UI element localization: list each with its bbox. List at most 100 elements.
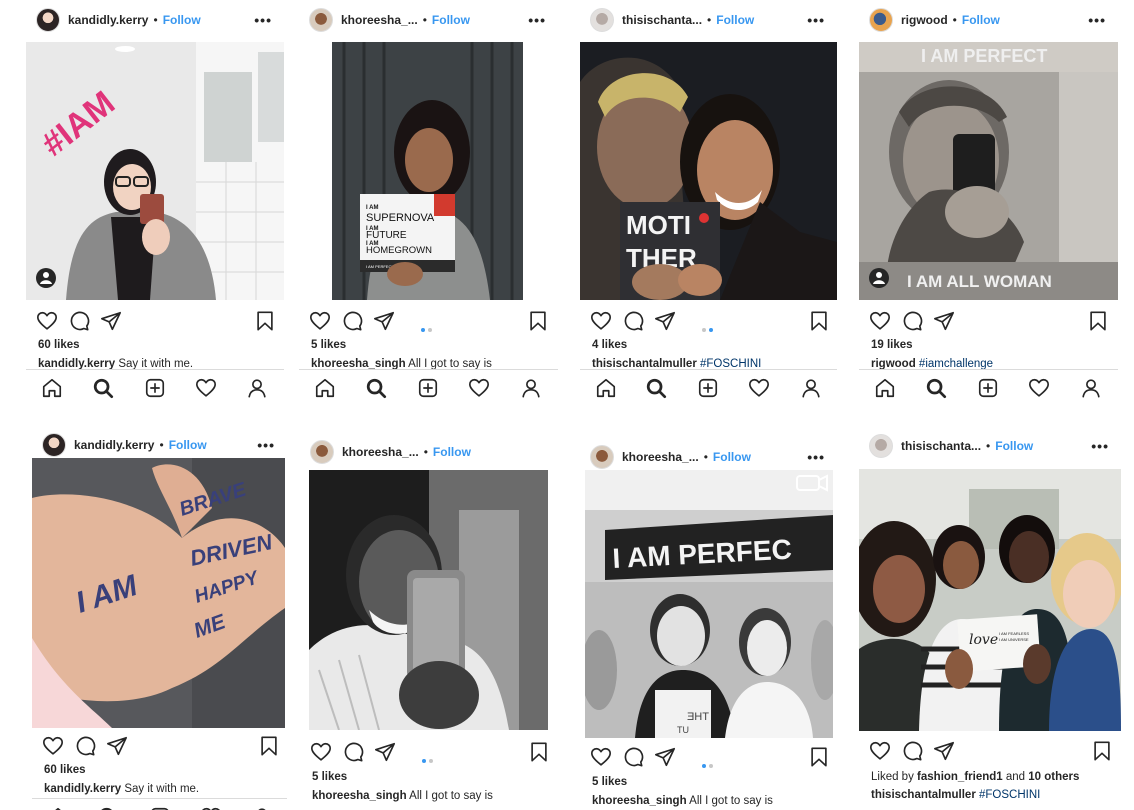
post-username[interactable]: kandidly.kerry (68, 13, 148, 27)
share-button[interactable] (654, 310, 676, 332)
tab-home[interactable] (41, 377, 63, 399)
more-options-icon[interactable]: ••• (1088, 12, 1106, 28)
comment-button[interactable] (901, 740, 923, 762)
caption-username[interactable]: thisischantalmuller (871, 789, 976, 801)
likes-count[interactable]: 19 likes (871, 339, 913, 351)
more-options-icon[interactable]: ••• (528, 12, 546, 28)
post-photo[interactable]: I AM PERFECT I AM ALL WOMAN (859, 42, 1118, 300)
comment-button[interactable] (901, 310, 923, 332)
post-username[interactable]: khoreesha_... (622, 450, 699, 464)
caption-username[interactable]: khoreesha_singh (592, 795, 687, 807)
comment-button[interactable] (622, 310, 644, 332)
avatar[interactable] (590, 445, 614, 469)
save-button[interactable] (808, 746, 830, 768)
follow-button[interactable]: Follow (716, 13, 754, 27)
share-button[interactable] (373, 310, 395, 332)
comment-button[interactable] (342, 741, 364, 763)
avatar[interactable] (42, 433, 66, 457)
tab-home[interactable] (314, 377, 336, 399)
follow-button[interactable]: Follow (713, 450, 751, 464)
tab-activity[interactable] (200, 806, 222, 810)
post-username[interactable]: thisischanta... (901, 439, 981, 453)
more-options-icon[interactable]: ••• (1091, 438, 1109, 454)
tab-activity[interactable] (468, 377, 490, 399)
more-options-icon[interactable]: ••• (257, 437, 275, 453)
likes-count[interactable]: 5 likes (592, 776, 627, 788)
tab-profile[interactable] (520, 377, 542, 399)
like-button[interactable] (590, 746, 612, 768)
avatar[interactable] (590, 8, 614, 32)
caption-username[interactable]: khoreesha_singh (312, 790, 407, 802)
follow-button[interactable]: Follow (962, 13, 1000, 27)
likes-count[interactable]: 5 likes (311, 339, 346, 351)
tab-search[interactable] (92, 377, 114, 399)
avatar[interactable] (310, 440, 334, 464)
avatar[interactable] (309, 8, 333, 32)
share-button[interactable] (654, 746, 676, 768)
post-photo[interactable]: I AM PERFEC THE TU (585, 470, 833, 738)
save-button[interactable] (528, 741, 550, 763)
tab-add-post[interactable] (144, 377, 166, 399)
post-photo[interactable] (309, 470, 548, 730)
save-button[interactable] (527, 310, 549, 332)
caption-username[interactable]: kandidly.kerry (44, 783, 121, 795)
share-button[interactable] (374, 741, 396, 763)
like-button[interactable] (42, 735, 64, 757)
more-options-icon[interactable]: ••• (254, 12, 272, 28)
tab-add-post[interactable] (697, 377, 719, 399)
likes-count[interactable]: 5 likes (312, 771, 347, 783)
tab-search[interactable] (645, 377, 667, 399)
tab-add-post[interactable] (417, 377, 439, 399)
comment-button[interactable] (74, 735, 96, 757)
liked-by-user[interactable]: fashion_friend1 (917, 771, 1003, 783)
comment-button[interactable] (68, 310, 90, 332)
post-photo[interactable]: I AM BRAVE DRIVEN HAPPY ME (32, 458, 285, 728)
more-options-icon[interactable]: ••• (807, 12, 825, 28)
like-button[interactable] (309, 310, 331, 332)
tab-add-post[interactable] (977, 377, 999, 399)
comment-button[interactable] (341, 310, 363, 332)
post-photo[interactable]: I AM SUPERNOVA I AM FUTURE I AM HOMEGROW… (332, 42, 523, 300)
tab-activity[interactable] (748, 377, 770, 399)
share-button[interactable] (106, 735, 128, 757)
tab-activity[interactable] (195, 377, 217, 399)
save-button[interactable] (1091, 740, 1113, 762)
avatar[interactable] (869, 8, 893, 32)
caption-hashtag[interactable]: #FOSCHINI (979, 789, 1040, 801)
post-username[interactable]: kandidly.kerry (74, 438, 154, 452)
follow-button[interactable]: Follow (433, 445, 471, 459)
avatar[interactable] (36, 8, 60, 32)
tab-search[interactable] (365, 377, 387, 399)
tab-profile[interactable] (1080, 377, 1102, 399)
liked-by-others[interactable]: 10 others (1028, 771, 1079, 783)
comment-button[interactable] (622, 746, 644, 768)
tab-home[interactable] (874, 377, 896, 399)
follow-button[interactable]: Follow (169, 438, 207, 452)
tab-activity[interactable] (1028, 377, 1050, 399)
follow-button[interactable]: Follow (163, 13, 201, 27)
like-button[interactable] (590, 310, 612, 332)
share-button[interactable] (100, 310, 122, 332)
save-button[interactable] (808, 310, 830, 332)
likes-count[interactable]: 4 likes (592, 339, 627, 351)
post-username[interactable]: khoreesha_... (341, 13, 418, 27)
avatar[interactable] (869, 434, 893, 458)
tab-profile[interactable] (800, 377, 822, 399)
tab-profile[interactable] (251, 806, 273, 810)
like-button[interactable] (869, 740, 891, 762)
tab-search[interactable] (97, 806, 119, 810)
post-username[interactable]: thisischantа... (622, 13, 702, 27)
follow-button[interactable]: Follow (995, 439, 1033, 453)
post-photo[interactable]: #IAM (26, 42, 284, 300)
post-photo[interactable]: love I AM FEARLESS I AM UNIVERSE (859, 469, 1121, 731)
save-button[interactable] (1087, 310, 1109, 332)
post-photo[interactable]: MOTI THER (580, 42, 837, 300)
like-button[interactable] (869, 310, 891, 332)
save-button[interactable] (258, 735, 280, 757)
likes-count[interactable]: 60 likes (38, 339, 80, 351)
post-username[interactable]: khoreesha_... (342, 445, 419, 459)
like-button[interactable] (36, 310, 58, 332)
tab-profile[interactable] (246, 377, 268, 399)
more-options-icon[interactable]: ••• (807, 449, 825, 465)
like-button[interactable] (310, 741, 332, 763)
